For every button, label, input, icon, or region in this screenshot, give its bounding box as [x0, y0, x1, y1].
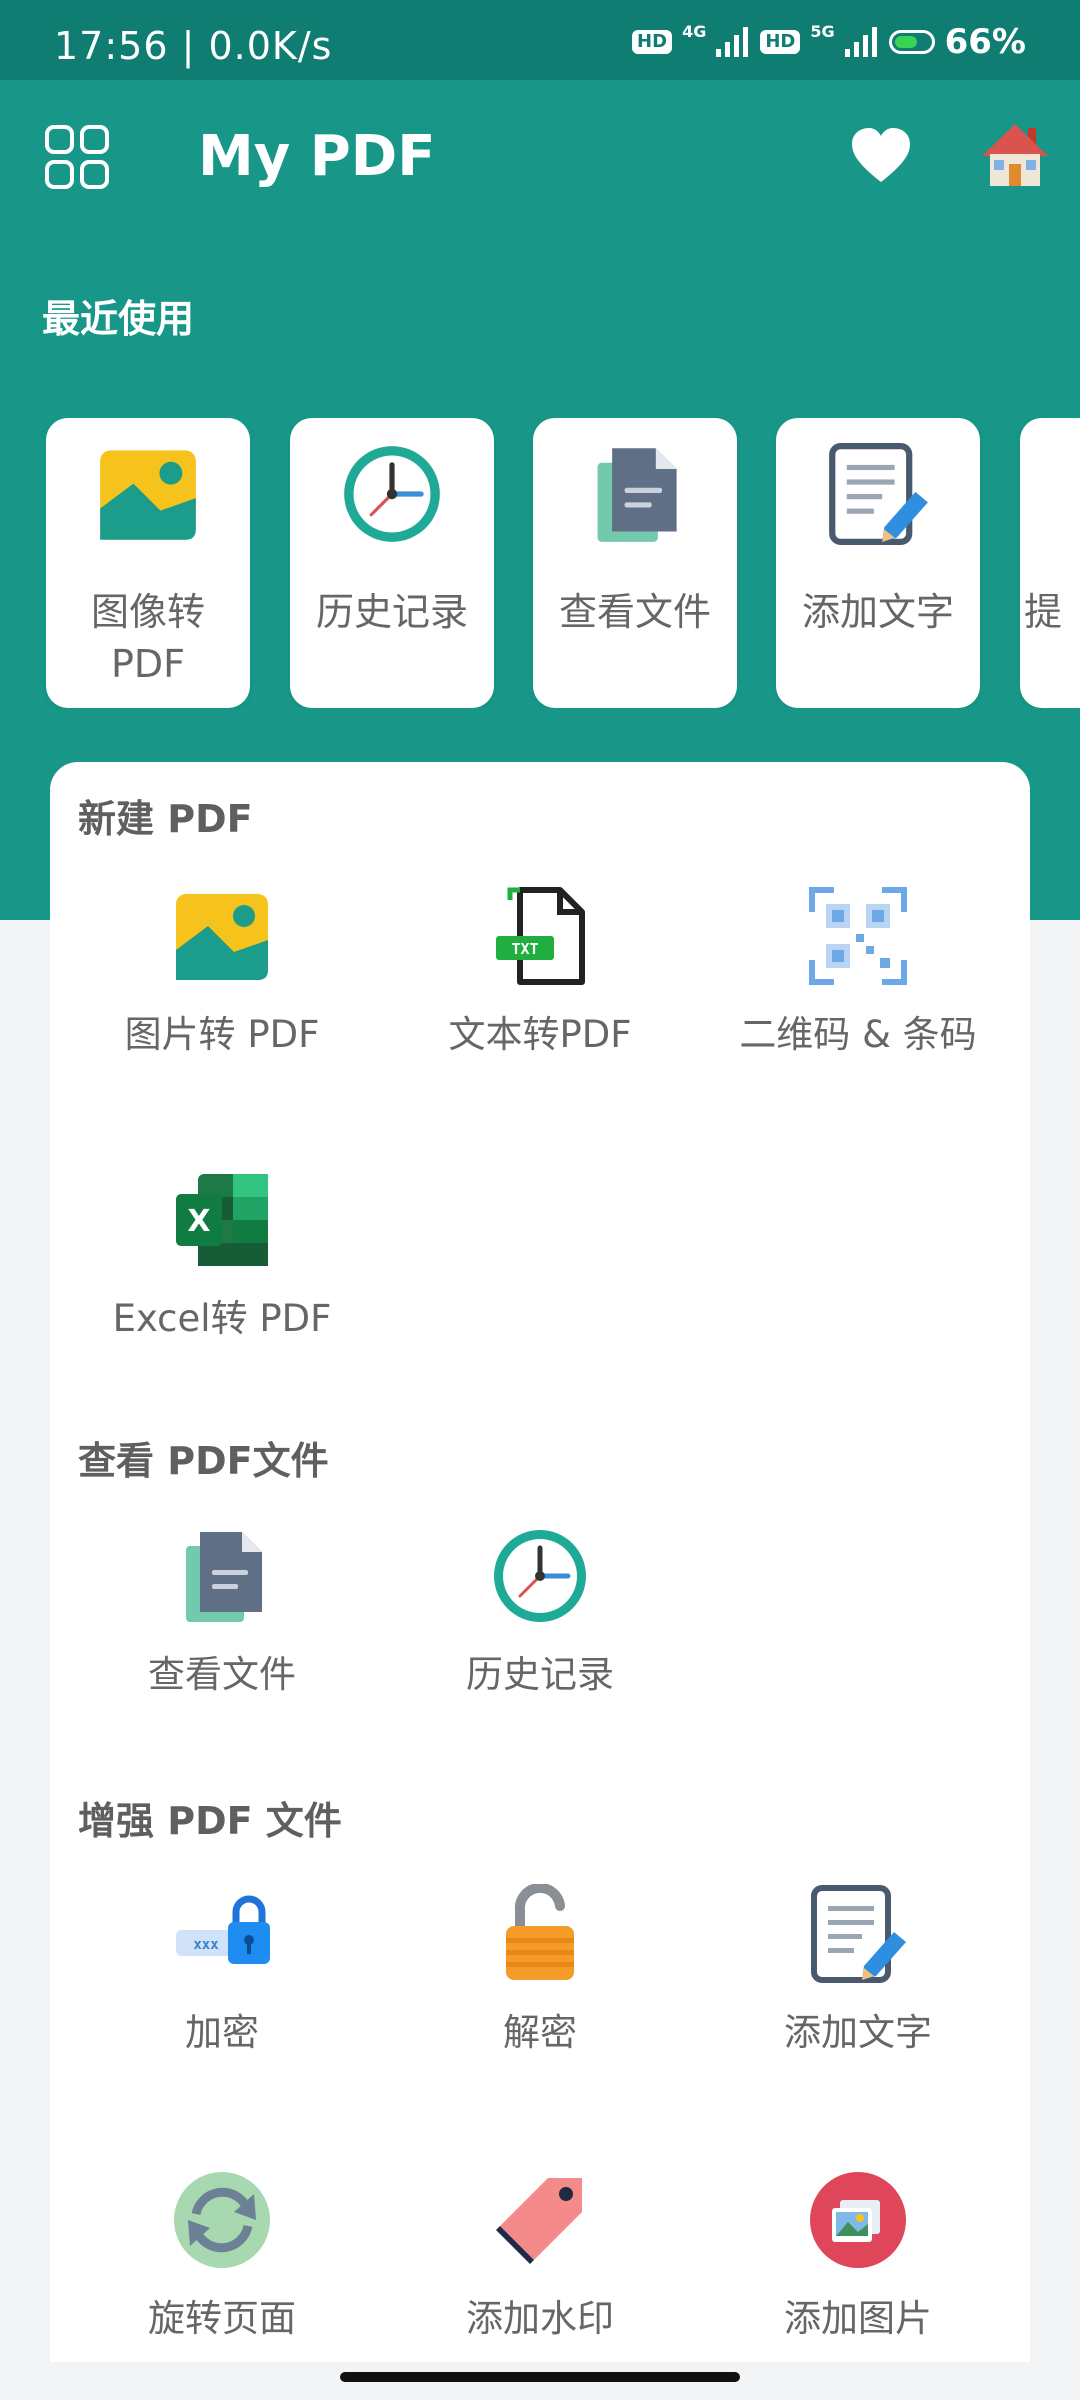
hd-badge: HD	[760, 30, 801, 54]
tool-label: Excel转 PDF	[112, 1297, 332, 1340]
recent-item-label: 提	[1024, 590, 1063, 634]
home-button[interactable]	[980, 120, 1050, 190]
svg-text:xxx: xxx	[193, 1937, 219, 1953]
clock-icon	[494, 1530, 586, 1622]
heart-icon	[852, 128, 910, 182]
network-type-label: 4G	[682, 22, 707, 41]
qr-code-icon	[809, 887, 907, 985]
add-image-icon	[810, 2172, 906, 2268]
recent-item-history[interactable]: 历史记录	[290, 418, 494, 708]
signal-icon	[716, 27, 749, 57]
recent-item-image-to-pdf[interactable]: 图像转PDF	[46, 418, 250, 708]
tool-decrypt[interactable]: 解密	[380, 1884, 700, 2084]
tool-label: 图片转 PDF	[124, 1013, 320, 1056]
edit-document-icon	[829, 443, 928, 545]
recent-list: 图像转PDF 历史记录 查看文件 添加文字 提	[0, 418, 1080, 708]
tool-text-to-pdf[interactable]: TXT 文本转PDF	[380, 886, 700, 1086]
battery-percent: 66%	[944, 22, 1026, 62]
tool-view-file[interactable]: 查看文件	[62, 1526, 382, 1726]
tool-rotate-pages[interactable]: 旋转页面	[62, 2170, 382, 2370]
rotate-icon	[174, 2172, 270, 2268]
hd-badge: HD	[632, 30, 673, 54]
section-title-new-pdf: 新建 PDF	[78, 797, 253, 841]
unlock-icon	[506, 1884, 574, 1980]
tool-label: 文本转PDF	[448, 1013, 632, 1056]
tool-add-text[interactable]: 添加文字	[698, 1884, 1018, 2084]
recent-item-view-file[interactable]: 查看文件	[533, 418, 737, 708]
tool-label: 添加图片	[784, 2297, 932, 2340]
tool-qr-barcode[interactable]: 二维码 & 条码	[698, 886, 1018, 1086]
battery-icon	[888, 30, 935, 54]
status-time: 17:56 | 0.0K/s	[54, 24, 333, 68]
document-icon	[186, 1532, 262, 1622]
txt-file-icon: TXT	[496, 887, 585, 985]
home-indicator-bar[interactable]	[340, 2372, 740, 2382]
tools-panel: 新建 PDF 图片转 PDF TXT 文本转PDF 二维码 & 条码 X Exc…	[50, 762, 1030, 2362]
recent-section-title: 最近使用	[42, 297, 195, 341]
section-title-view-pdf: 查看 PDF文件	[78, 1439, 329, 1483]
app-title: My PDF	[198, 124, 436, 189]
svg-text:X: X	[187, 1204, 210, 1239]
status-bar: 17:56 | 0.0K/s HD 4G HD 5G 66%	[0, 0, 1080, 80]
recent-item-label: 添加文字	[801, 590, 954, 634]
network-type-label: 5G	[810, 22, 835, 41]
favorite-button[interactable]	[848, 124, 914, 190]
tool-image-to-pdf[interactable]: 图片转 PDF	[62, 886, 382, 1086]
recent-item-partial[interactable]: 提	[1020, 418, 1080, 708]
tool-history[interactable]: 历史记录	[380, 1526, 700, 1726]
recent-item-label: 历史记录	[315, 590, 468, 634]
tool-label: 查看文件	[148, 1653, 296, 1696]
tool-encrypt[interactable]: xxx 加密	[62, 1884, 382, 2084]
document-icon	[597, 448, 677, 542]
svg-text:TXT: TXT	[511, 940, 538, 958]
tool-add-watermark[interactable]: 添加水印	[380, 2170, 700, 2370]
edit-document-icon	[811, 1885, 906, 1983]
tool-add-image[interactable]: 添加图片	[698, 2170, 1018, 2370]
menu-button[interactable]	[44, 124, 110, 190]
status-indicators: HD 4G HD 5G 66%	[632, 20, 1026, 64]
excel-icon: X	[176, 1174, 268, 1266]
recent-item-label: 查看文件	[558, 590, 711, 634]
recent-item-add-text[interactable]: 添加文字	[776, 418, 980, 708]
clock-icon	[344, 446, 440, 542]
tool-excel-to-pdf[interactable]: X Excel转 PDF	[62, 1170, 382, 1370]
section-title-enhance-pdf: 增强 PDF 文件	[78, 1799, 342, 1843]
recent-item-label: 图像转PDF	[90, 590, 205, 686]
image-icon	[176, 894, 268, 980]
tool-label: 解密	[503, 2011, 577, 2054]
document-icon	[1070, 442, 1080, 546]
tool-label: 添加文字	[784, 2011, 932, 2054]
image-icon	[100, 450, 196, 540]
tag-icon	[496, 2178, 582, 2264]
home-icon	[982, 124, 1048, 186]
tool-label: 旋转页面	[148, 2297, 296, 2340]
signal-icon	[844, 27, 877, 57]
lock-icon: xxx	[176, 1895, 270, 1964]
tool-label: 添加水印	[466, 2297, 614, 2340]
tool-label: 历史记录	[466, 1653, 614, 1696]
tool-label: 加密	[185, 2011, 259, 2054]
grid-icon	[45, 125, 109, 189]
tool-label: 二维码 & 条码	[739, 1013, 977, 1056]
